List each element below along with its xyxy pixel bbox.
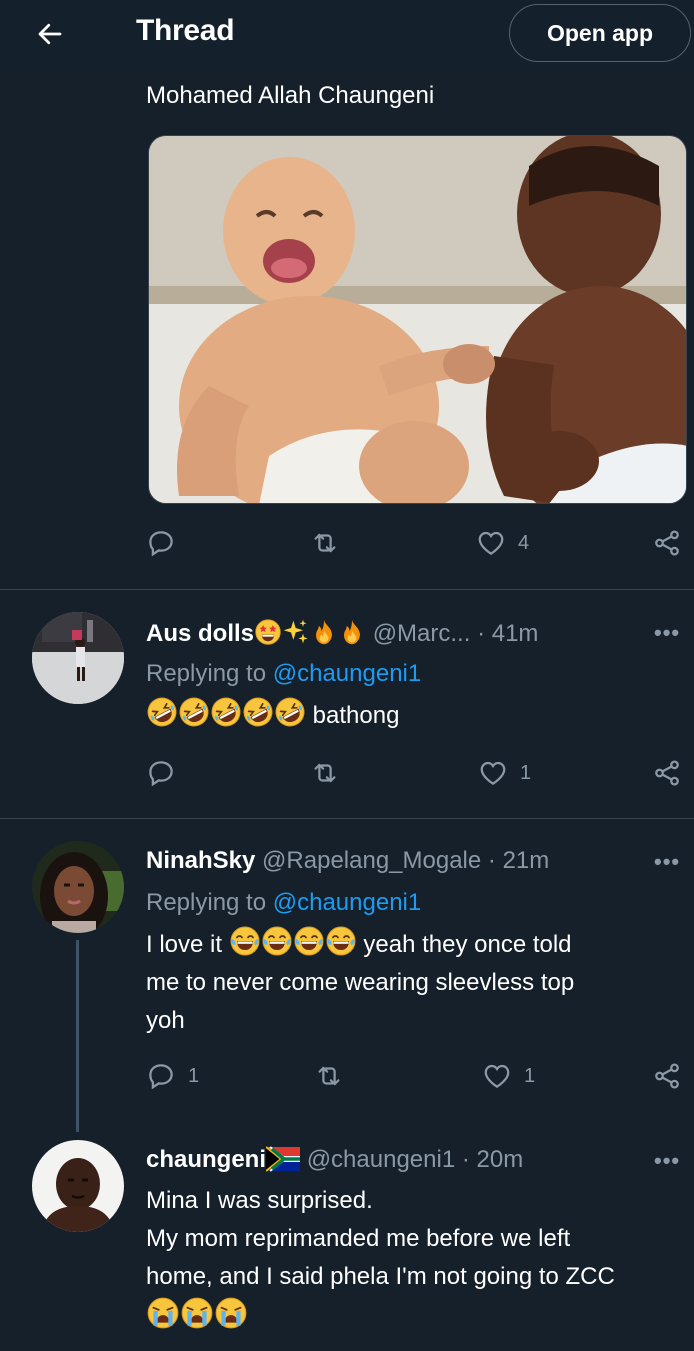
reply-count: 1 bbox=[188, 1064, 200, 1087]
like-button[interactable]: 1 bbox=[478, 758, 531, 788]
handle[interactable]: @Marc... bbox=[373, 620, 471, 647]
reply-button[interactable]: 1 bbox=[146, 1061, 199, 1091]
reply-tweet[interactable]: Aus dolls @Marc... · 41m ••• Replying to… bbox=[0, 590, 694, 818]
like-count: 4 bbox=[518, 531, 530, 554]
tweet-actions: 1 bbox=[146, 758, 694, 798]
rofl-emoji bbox=[146, 696, 178, 728]
top-bar: Thread Open app bbox=[0, 0, 694, 70]
star-struck-emoji bbox=[254, 618, 282, 646]
rofl-emoji bbox=[242, 696, 274, 728]
mention-link[interactable]: @chaungeni1 bbox=[273, 660, 421, 687]
timestamp[interactable]: · 21m bbox=[488, 847, 549, 874]
south-africa-flag bbox=[266, 1146, 301, 1172]
fire-emoji bbox=[310, 618, 338, 646]
reply-header: NinahSky @Rapelang_Mogale · 21m bbox=[146, 847, 549, 875]
avatar[interactable] bbox=[32, 841, 124, 933]
tweet-body-line: yoh bbox=[146, 1007, 185, 1034]
tweet-body: bathong bbox=[312, 702, 400, 729]
tweet-actions: 4 bbox=[146, 528, 694, 568]
mention-link[interactable]: @chaungeni1 bbox=[273, 889, 421, 916]
display-name[interactable]: NinahSky bbox=[146, 847, 255, 874]
tweet-text: Mohamed Allah Chaungeni bbox=[146, 82, 435, 109]
tears-of-joy-emoji bbox=[229, 925, 261, 957]
like-count: 1 bbox=[520, 761, 532, 784]
tweet-text: Mina I was surprised. My mom reprimanded… bbox=[146, 1182, 686, 1337]
reply-header: Aus dolls @Marc... · 41m bbox=[146, 618, 538, 648]
back-arrow-icon bbox=[38, 23, 62, 45]
share-icon bbox=[652, 758, 682, 788]
share-icon bbox=[652, 1061, 682, 1091]
tweet-body-line: me to never come wearing sleevless top bbox=[146, 969, 575, 996]
tweet-body-line: Mina I was surprised. bbox=[146, 1187, 373, 1214]
tears-of-joy-emoji bbox=[261, 925, 293, 957]
sparkles-emoji bbox=[282, 618, 310, 646]
avatar-image bbox=[32, 612, 124, 704]
avatar-image bbox=[32, 1140, 124, 1232]
like-icon bbox=[476, 528, 506, 558]
tweet-photo[interactable] bbox=[148, 135, 687, 504]
crying-emoji bbox=[180, 1296, 214, 1330]
tears-of-joy-emoji bbox=[325, 925, 357, 957]
page-title: Thread bbox=[136, 14, 235, 47]
more-icon[interactable]: ••• bbox=[654, 1148, 680, 1174]
replying-to: Replying to @chaungeni1 bbox=[146, 889, 421, 917]
reply-tweet[interactable]: NinahSky @Rapelang_Mogale · 21m ••• Repl… bbox=[0, 819, 694, 1119]
retweet-icon bbox=[310, 528, 340, 558]
tweet-actions: 1 1 bbox=[146, 1061, 694, 1101]
avatar-image bbox=[32, 841, 124, 933]
like-icon bbox=[482, 1061, 512, 1091]
tweet-body-line: home, and I said phela I'm not going to … bbox=[146, 1263, 615, 1290]
share-button[interactable] bbox=[652, 528, 682, 558]
share-button[interactable] bbox=[652, 1061, 682, 1091]
reply-header: chaungeni @chaungeni1 · 20m bbox=[146, 1146, 523, 1174]
tweet-text: bathong bbox=[146, 696, 686, 735]
rofl-emoji bbox=[178, 696, 210, 728]
like-button[interactable]: 4 bbox=[476, 528, 529, 558]
tweet-body-part: I love it bbox=[146, 931, 223, 958]
retweet-button[interactable] bbox=[310, 758, 352, 788]
retweet-icon bbox=[310, 758, 340, 788]
more-icon[interactable]: ••• bbox=[654, 849, 680, 875]
like-button[interactable]: 1 bbox=[482, 1061, 535, 1091]
handle[interactable]: @chaungeni1 bbox=[307, 1146, 455, 1173]
replying-label: Replying to bbox=[146, 889, 267, 916]
tweet-body-line: My mom reprimanded me before we left bbox=[146, 1225, 571, 1252]
display-name[interactable]: Aus dolls bbox=[146, 620, 254, 647]
timestamp[interactable]: · 20m bbox=[462, 1146, 523, 1173]
tweet-text: I love it yeah they once told me to neve… bbox=[146, 925, 686, 1040]
reply-tweet[interactable]: chaungeni @chaungeni1 · 20m ••• Mina I w… bbox=[0, 1120, 694, 1351]
display-name[interactable]: chaungeni bbox=[146, 1146, 266, 1173]
timestamp[interactable]: · 41m bbox=[477, 620, 538, 647]
more-icon[interactable]: ••• bbox=[654, 620, 680, 646]
share-icon bbox=[652, 528, 682, 558]
replying-label: Replying to bbox=[146, 660, 267, 687]
tweet-body-part: yeah they once told bbox=[363, 931, 572, 958]
crying-emoji bbox=[146, 1296, 180, 1330]
open-app-button[interactable]: Open app bbox=[509, 4, 691, 62]
handle[interactable]: @Rapelang_Mogale bbox=[262, 847, 481, 874]
share-button[interactable] bbox=[652, 758, 682, 788]
like-count: 1 bbox=[524, 1064, 536, 1087]
thread-connector-line bbox=[76, 940, 79, 1132]
crying-emoji bbox=[214, 1296, 248, 1330]
retweet-button[interactable] bbox=[314, 1061, 356, 1091]
replying-to: Replying to @chaungeni1 bbox=[146, 660, 421, 688]
avatar[interactable] bbox=[32, 612, 124, 704]
fire-emoji bbox=[338, 618, 366, 646]
babies-photo bbox=[149, 136, 686, 503]
retweet-icon bbox=[314, 1061, 344, 1091]
reply-button[interactable] bbox=[146, 528, 188, 558]
reply-icon bbox=[146, 758, 176, 788]
tears-of-joy-emoji bbox=[293, 925, 325, 957]
reply-icon bbox=[146, 528, 176, 558]
rofl-emoji bbox=[274, 696, 306, 728]
like-icon bbox=[478, 758, 508, 788]
avatar[interactable] bbox=[32, 1140, 124, 1232]
retweet-button[interactable] bbox=[310, 528, 352, 558]
rofl-emoji bbox=[210, 696, 242, 728]
back-button[interactable] bbox=[28, 14, 72, 54]
reply-button[interactable] bbox=[146, 758, 188, 788]
reply-icon bbox=[146, 1061, 176, 1091]
